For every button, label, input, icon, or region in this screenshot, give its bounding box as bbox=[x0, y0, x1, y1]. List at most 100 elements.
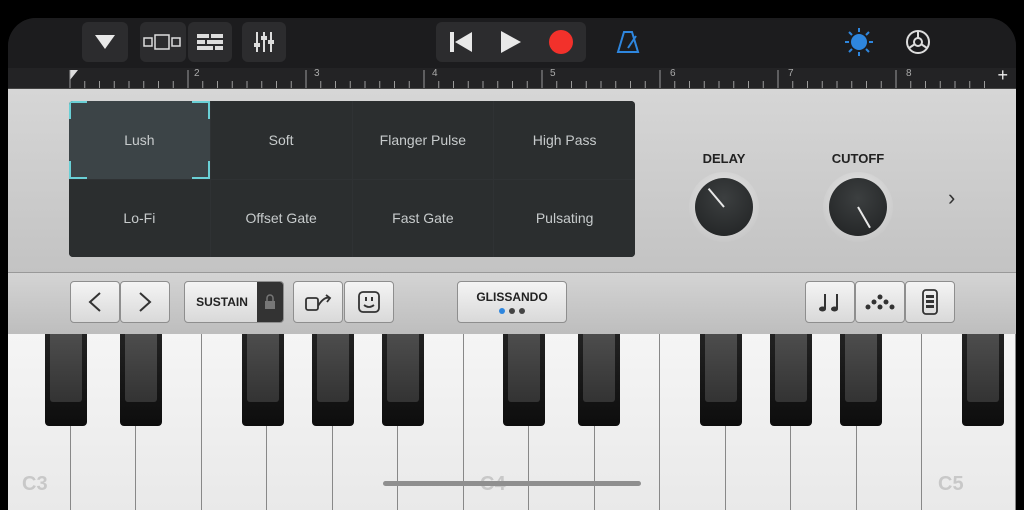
patch-label: Pulsating bbox=[535, 210, 594, 227]
key-face bbox=[583, 334, 615, 402]
scale-button[interactable] bbox=[855, 281, 905, 323]
tracks-view-button[interactable] bbox=[140, 22, 186, 62]
notes-button[interactable] bbox=[805, 281, 855, 323]
ruler-marker: 2 bbox=[194, 68, 200, 79]
play-button[interactable] bbox=[485, 31, 537, 53]
ruler-marker: 4 bbox=[432, 68, 438, 79]
key-a-sharp-4[interactable] bbox=[840, 334, 882, 426]
key-face bbox=[50, 334, 82, 402]
patch-flanger-pulse[interactable]: Flanger Pulse bbox=[352, 101, 494, 179]
delay-label: DELAY bbox=[702, 151, 746, 166]
patch-label: Fast Gate bbox=[392, 210, 454, 227]
music-notes-icon bbox=[819, 294, 838, 312]
ruler-marker: 7 bbox=[788, 68, 794, 79]
ruler-marker: 3 bbox=[314, 68, 320, 79]
glissando-label: GLISSANDO bbox=[476, 290, 548, 304]
lock-icon bbox=[265, 294, 275, 309]
keyboard-layout-button[interactable] bbox=[905, 281, 955, 323]
key-face bbox=[508, 334, 540, 402]
octave-up-button[interactable] bbox=[120, 281, 170, 323]
timeline-ruler[interactable]: 2 3 4 5 6 7 8 + bbox=[8, 65, 1016, 89]
patch-lo-fi[interactable]: Lo-Fi bbox=[69, 179, 210, 257]
keyboard-layout-icon bbox=[922, 289, 938, 315]
mixer-view-button[interactable] bbox=[188, 22, 232, 62]
sustain-label: SUSTAIN bbox=[196, 295, 248, 309]
selection-corner bbox=[191, 160, 210, 179]
mode-dot bbox=[519, 308, 525, 314]
key-face bbox=[775, 334, 807, 402]
key-face bbox=[317, 334, 349, 402]
key-f-sharp-3[interactable] bbox=[242, 334, 284, 426]
glissando-button[interactable]: GLISSANDO bbox=[457, 281, 567, 323]
sliders-icon bbox=[254, 32, 274, 52]
key-g-sharp-4[interactable] bbox=[770, 334, 812, 426]
key-f-sharp-4[interactable] bbox=[700, 334, 742, 426]
sustain-lock[interactable] bbox=[257, 282, 283, 322]
top-toolbar bbox=[8, 18, 1016, 68]
smart-controls-button[interactable] bbox=[242, 22, 286, 62]
key-face bbox=[967, 334, 999, 402]
octave-label: C3 bbox=[22, 473, 48, 495]
cutoff-label: CUTOFF bbox=[831, 151, 885, 166]
record-icon bbox=[549, 30, 573, 54]
chevron-right-icon[interactable]: › bbox=[948, 185, 955, 211]
patch-soft[interactable]: Soft bbox=[210, 101, 352, 179]
selection-corner bbox=[69, 160, 87, 179]
patch-high-pass[interactable]: High Pass bbox=[494, 101, 635, 179]
settings-button[interactable] bbox=[898, 22, 938, 62]
key-c-sharp-4[interactable] bbox=[503, 334, 545, 426]
ruler-ticks bbox=[69, 70, 985, 88]
note-mode-button[interactable] bbox=[344, 281, 394, 323]
key-c-sharp-3[interactable] bbox=[45, 334, 87, 426]
patch-label: High Pass bbox=[532, 131, 597, 148]
skip-back-icon bbox=[450, 32, 472, 52]
knob-body bbox=[829, 178, 887, 236]
patch-pulsating[interactable]: Pulsating bbox=[494, 179, 635, 257]
key-a-sharp-3[interactable] bbox=[382, 334, 424, 426]
add-section-button[interactable]: + bbox=[997, 65, 1008, 86]
key-d-sharp-3[interactable] bbox=[120, 334, 162, 426]
metronome-button[interactable] bbox=[608, 22, 648, 62]
key-face bbox=[247, 334, 279, 402]
octave-down-button[interactable] bbox=[70, 281, 120, 323]
ruler-marker: 8 bbox=[906, 68, 912, 79]
rewind-button[interactable] bbox=[437, 32, 485, 52]
play-icon bbox=[501, 31, 521, 53]
triangle-down-icon bbox=[95, 35, 115, 49]
key-face bbox=[125, 334, 157, 402]
patch-grid: Lush Soft Flanger Pulse High Pass Lo-Fi … bbox=[69, 101, 635, 257]
ruler-marker: 6 bbox=[670, 68, 676, 79]
patch-lush[interactable]: Lush bbox=[69, 101, 210, 179]
home-indicator bbox=[383, 481, 641, 486]
arpeggiator-button[interactable] bbox=[293, 281, 343, 323]
metronome-icon bbox=[616, 31, 640, 53]
ruler-marker: 5 bbox=[550, 68, 556, 79]
key-c-sharp-5[interactable] bbox=[962, 334, 1004, 426]
smart-controls-panel: Lush Soft Flanger Pulse High Pass Lo-Fi … bbox=[8, 89, 1016, 272]
record-button[interactable] bbox=[537, 29, 585, 55]
navigation-dropdown-button[interactable] bbox=[82, 22, 128, 62]
chevron-left-icon bbox=[88, 292, 101, 312]
master-effects-icon bbox=[845, 28, 873, 56]
octave-label: C5 bbox=[938, 473, 964, 495]
key-g-sharp-3[interactable] bbox=[312, 334, 354, 426]
settings-icon bbox=[906, 30, 930, 54]
mode-dot bbox=[509, 308, 515, 314]
patch-label: Soft bbox=[268, 131, 294, 148]
delay-knob[interactable] bbox=[689, 172, 759, 242]
knob-indicator bbox=[857, 206, 871, 229]
tracks-view-icon bbox=[143, 34, 181, 50]
sustain-button[interactable]: SUSTAIN bbox=[184, 281, 284, 323]
mode-dot-active bbox=[499, 308, 505, 314]
patch-offset-gate[interactable]: Offset Gate bbox=[210, 179, 352, 257]
master-effects-button[interactable] bbox=[840, 22, 878, 62]
app-window: 2 3 4 5 6 7 8 + Lush Soft Flanger Pulse … bbox=[8, 18, 1016, 510]
cutoff-knob[interactable] bbox=[823, 172, 893, 242]
keyboard-controls-strip: SUSTAIN GLISSANDO bbox=[8, 272, 1016, 335]
key-face bbox=[705, 334, 737, 402]
selection-corner bbox=[69, 101, 87, 119]
key-d-sharp-4[interactable] bbox=[578, 334, 620, 426]
knob-body bbox=[695, 178, 753, 236]
patch-fast-gate[interactable]: Fast Gate bbox=[352, 179, 494, 257]
glissando-mode-dots bbox=[499, 308, 525, 314]
